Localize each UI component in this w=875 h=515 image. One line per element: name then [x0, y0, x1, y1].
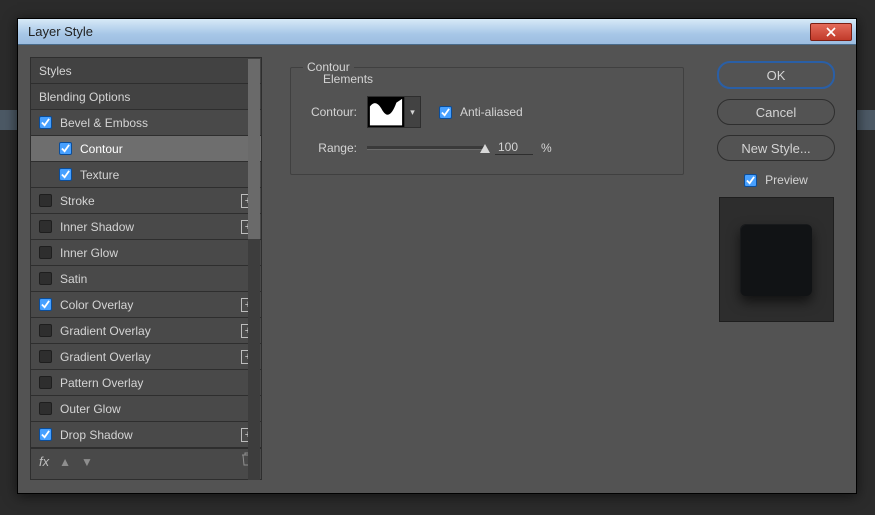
ok-button[interactable]: OK	[717, 61, 835, 89]
preview-checkbox[interactable]	[744, 174, 757, 187]
new-style-button[interactable]: New Style...	[717, 135, 835, 161]
preview-label: Preview	[765, 173, 808, 187]
range-slider[interactable]	[367, 146, 485, 150]
style-row-label: Outer Glow	[60, 402, 121, 416]
style-list-row[interactable]: Styles	[31, 58, 261, 84]
check-icon	[441, 108, 450, 117]
style-effect-checkbox[interactable]	[39, 272, 52, 285]
titlebar[interactable]: Layer Style	[18, 19, 856, 45]
range-slider-thumb[interactable]	[480, 144, 490, 153]
style-row-label: Gradient Overlay	[60, 350, 151, 364]
check-icon	[61, 170, 70, 179]
cancel-button[interactable]: Cancel	[717, 99, 835, 125]
fx-menu-button[interactable]: fx	[39, 454, 49, 469]
style-list-row[interactable]: Bevel & Emboss	[31, 110, 261, 136]
contour-curve-icon	[368, 97, 404, 127]
style-list-row[interactable]: Texture	[31, 162, 261, 188]
style-effect-checkbox[interactable]	[39, 298, 52, 311]
style-effect-checkbox[interactable]	[39, 220, 52, 233]
style-list-wrap: Styles Blending Options Bevel & Emboss Cont…	[30, 57, 276, 481]
style-effect-checkbox[interactable]	[59, 168, 72, 181]
style-list-row[interactable]: Inner Shadow+	[31, 214, 261, 240]
layer-style-dialog: Layer Style Styles Blending Options Bevel …	[17, 18, 857, 494]
style-effect-checkbox[interactable]	[39, 324, 52, 337]
contour-group: Contour Elements Contour: ▾ Anti-aliased	[290, 67, 684, 175]
style-effect-checkbox[interactable]	[39, 246, 52, 259]
style-list-row[interactable]: Contour	[31, 136, 261, 162]
style-effect-checkbox[interactable]	[39, 376, 52, 389]
contour-label: Contour:	[299, 105, 357, 119]
move-down-button[interactable]: ▼	[81, 455, 93, 469]
range-unit: %	[541, 141, 552, 155]
close-button[interactable]	[810, 23, 852, 41]
dialog-body: Styles Blending Options Bevel & Emboss Cont…	[18, 45, 856, 493]
check-icon	[41, 118, 50, 127]
style-list-row[interactable]: Outer Glow	[31, 396, 261, 422]
check-icon	[746, 176, 755, 185]
style-effect-checkbox[interactable]	[39, 350, 52, 363]
group-sub-label: Elements	[319, 72, 377, 86]
style-row-label: Styles	[39, 64, 72, 78]
style-row-label: Bevel & Emboss	[60, 116, 148, 130]
contour-dropdown-button[interactable]: ▾	[405, 96, 421, 128]
style-effect-checkbox[interactable]	[39, 402, 52, 415]
right-column: OK Cancel New Style... Preview	[708, 57, 844, 481]
style-row-label: Inner Glow	[60, 246, 118, 260]
style-row-label: Drop Shadow	[60, 428, 133, 442]
range-value-input[interactable]	[495, 140, 533, 155]
style-effect-checkbox[interactable]	[59, 142, 72, 155]
close-icon	[826, 27, 836, 37]
check-icon	[41, 430, 50, 439]
style-row-label: Stroke	[60, 194, 95, 208]
move-up-button[interactable]: ▲	[59, 455, 71, 469]
contour-picker[interactable]	[367, 96, 405, 128]
style-list: Styles Blending Options Bevel & Emboss Cont…	[30, 57, 262, 480]
scrollbar-thumb[interactable]	[248, 59, 260, 239]
style-row-label: Texture	[80, 168, 119, 182]
preview-swatch	[740, 224, 812, 296]
style-list-row[interactable]: Pattern Overlay	[31, 370, 261, 396]
style-row-label: Contour	[80, 142, 123, 156]
settings-panel: Contour Elements Contour: ▾ Anti-aliased	[290, 57, 694, 481]
style-list-row[interactable]: Satin	[31, 266, 261, 292]
style-list-row[interactable]: Gradient Overlay+	[31, 318, 261, 344]
check-icon	[41, 300, 50, 309]
style-list-row[interactable]: Drop Shadow+	[31, 422, 261, 448]
style-list-row[interactable]: Inner Glow	[31, 240, 261, 266]
style-row-label: Satin	[60, 272, 87, 286]
preview-box	[719, 197, 834, 322]
window-title: Layer Style	[28, 24, 810, 39]
style-row-label: Inner Shadow	[60, 220, 134, 234]
style-row-label: Gradient Overlay	[60, 324, 151, 338]
style-list-row[interactable]: Gradient Overlay+	[31, 344, 261, 370]
style-row-label: Blending Options	[39, 90, 130, 104]
range-label: Range:	[299, 141, 357, 155]
style-list-footer: fx ▲ ▼	[31, 448, 261, 474]
style-list-row[interactable]: Blending Options	[31, 84, 261, 110]
anti-aliased-checkbox[interactable]	[439, 106, 452, 119]
style-list-row[interactable]: Stroke+	[31, 188, 261, 214]
check-icon	[61, 144, 70, 153]
style-list-row[interactable]: Color Overlay+	[31, 292, 261, 318]
style-list-scrollbar[interactable]	[248, 59, 260, 480]
style-row-label: Color Overlay	[60, 298, 133, 312]
style-row-label: Pattern Overlay	[60, 376, 143, 390]
anti-aliased-label: Anti-aliased	[460, 105, 523, 119]
style-effect-checkbox[interactable]	[39, 428, 52, 441]
style-effect-checkbox[interactable]	[39, 194, 52, 207]
style-effect-checkbox[interactable]	[39, 116, 52, 129]
chevron-down-icon: ▾	[410, 107, 415, 118]
